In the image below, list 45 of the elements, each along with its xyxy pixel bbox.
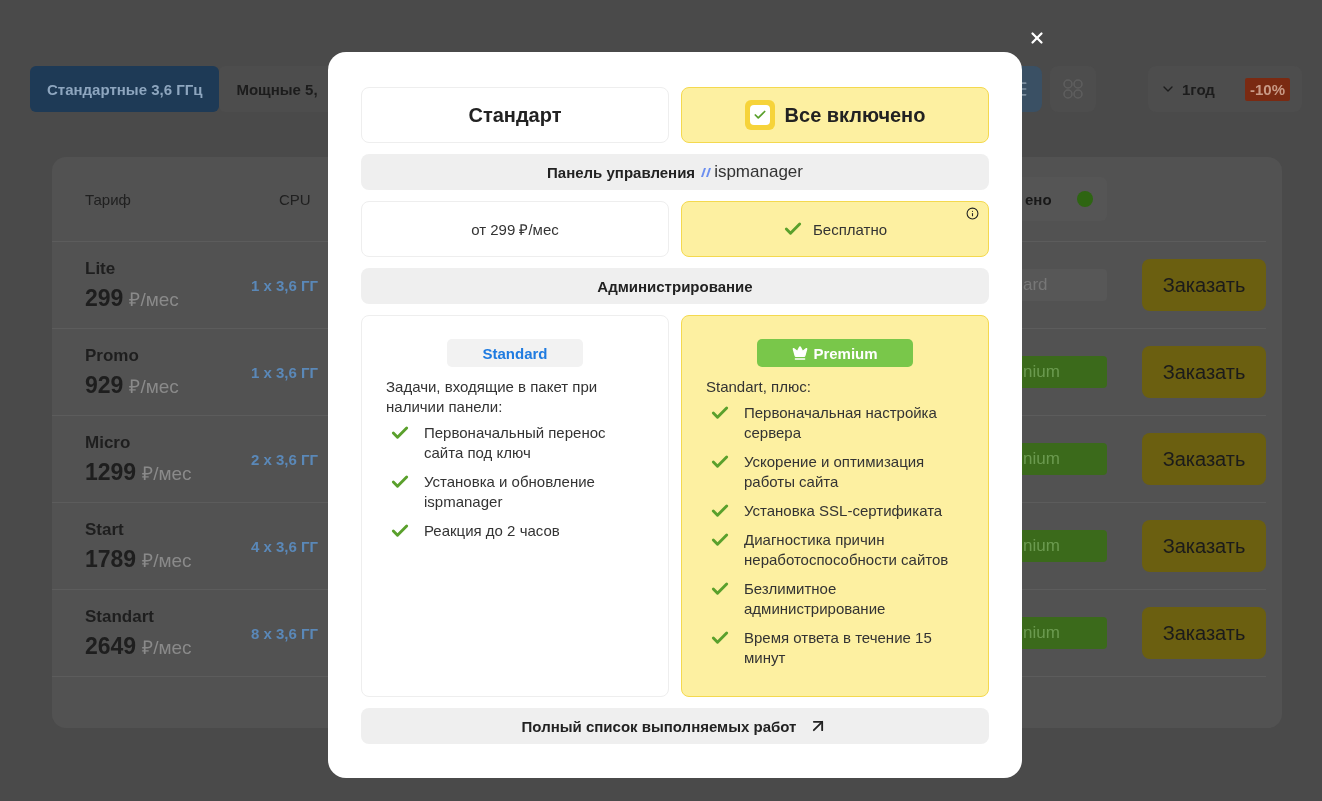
cpu-spec: 4 x 3,6 ГГ [251, 537, 319, 555]
feature-text: Время ответа в течение 15 минут [744, 628, 933, 668]
price-text: Бесплатно [812, 220, 888, 238]
plan-option[interactable]: Стандарт [361, 87, 669, 143]
feature-text: Первоначальный перенос сайта под ключ [424, 423, 607, 463]
order-button[interactable]: Заказать [1142, 607, 1266, 659]
tier-intro: Standart, плюс: [706, 377, 812, 397]
cpu-spec: 1 x 3,6 ГГ [251, 363, 319, 381]
order-button[interactable]: Заказать [1142, 520, 1266, 572]
price-unit: ₽/мес [129, 374, 179, 399]
feature-text: Диагностика причин неработоспособности сайтов [744, 530, 950, 570]
section-title: Панель управления [547, 163, 696, 181]
checkbox[interactable] [744, 100, 775, 130]
full-list-link[interactable]: Полный список выполняемых работ [361, 708, 989, 744]
column-header-text: ено [1025, 190, 1052, 208]
order-button[interactable]: Заказать [1142, 259, 1266, 311]
order-button[interactable]: Заказать [1142, 433, 1266, 485]
discount-badge: -10% [1244, 77, 1290, 101]
logo-text: ispmanager [714, 162, 803, 182]
price-unit: ₽/мес [129, 287, 179, 312]
check-icon [752, 108, 767, 122]
feature-text: Установка SSL-сертификата [744, 501, 943, 521]
tier-intro: Задачи, входящие в пакет при наличии панели: [386, 377, 599, 417]
close-icon[interactable] [1028, 29, 1046, 47]
tab[interactable]: Стандартные 3,6 ГГц [30, 66, 220, 112]
cpu-spec: 1 x 3,6 ГГ [251, 276, 319, 294]
tier-badge: Standard [447, 339, 583, 367]
feature-text: Реакция до 2 часов [424, 521, 560, 541]
feature-text: Установка и обновление ispmanager [424, 472, 596, 512]
price-unit: ₽/мес [142, 548, 192, 573]
crown-icon [792, 345, 809, 361]
feature-text: Первоначальная настройка сервера [744, 403, 938, 443]
order-button[interactable]: Заказать [1142, 346, 1266, 398]
cpu-spec: 2 x 3,6 ГГ [251, 450, 319, 468]
plan-option[interactable]: Все включено [681, 87, 989, 143]
section-title: Администрирование [597, 277, 753, 295]
price-text: от 299 ₽/мес [471, 220, 559, 239]
info-icon[interactable] [966, 207, 979, 220]
price-unit: ₽/мес [142, 461, 192, 486]
price-unit: ₽/мес [142, 635, 192, 660]
tier-badge: Premium [757, 339, 913, 367]
cpu-spec: 8 x 3,6 ГГ [251, 624, 319, 642]
feature-text: Ускорение и оптимизация работы сайта [744, 452, 926, 492]
feature-text: Безлимитное администрирование [744, 579, 887, 619]
logo-icon [701, 166, 713, 178]
